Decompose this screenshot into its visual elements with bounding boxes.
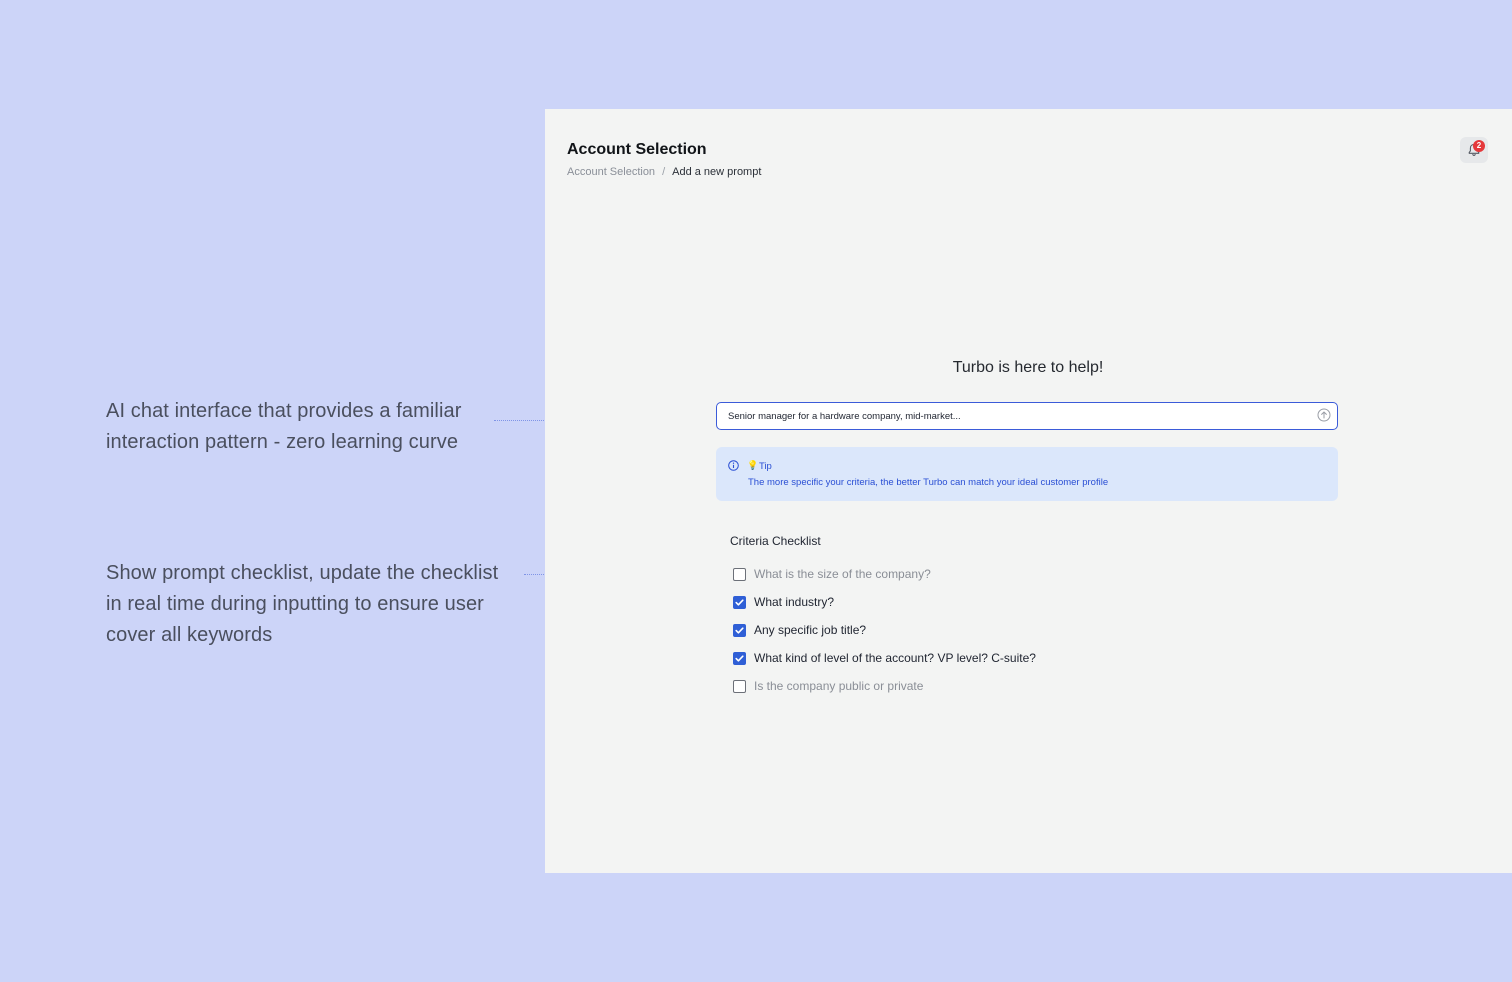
checklist-item-label: Is the company public or private xyxy=(754,679,924,693)
notifications-button[interactable]: 2 xyxy=(1460,137,1488,163)
notification-count-badge: 2 xyxy=(1473,140,1485,152)
annotation-line: AI chat interface that provides a famili… xyxy=(106,400,462,422)
checklist-item-label: What kind of level of the account? VP le… xyxy=(754,651,1036,665)
tip-body: The more specific your criteria, the bet… xyxy=(748,477,1109,488)
prompt-input[interactable] xyxy=(728,403,1298,429)
tip-banner: 💡 Tip The more specific your criteria, t… xyxy=(716,447,1338,501)
checklist-item-account-level[interactable]: What kind of level of the account? VP le… xyxy=(733,644,1036,672)
breadcrumb-separator: / xyxy=(662,166,666,178)
checkmark-icon xyxy=(735,654,744,662)
criteria-checklist: What is the size of the company? What in… xyxy=(733,560,1036,700)
send-arrow-icon[interactable] xyxy=(1317,408,1331,422)
breadcrumb-parent-link[interactable]: Account Selection xyxy=(567,166,655,178)
checkbox-checked[interactable] xyxy=(733,623,746,637)
checklist-item-label: Any specific job title? xyxy=(754,623,867,637)
checklist-item-company-size[interactable]: What is the size of the company? xyxy=(733,560,1036,588)
checkbox-unchecked[interactable] xyxy=(733,679,746,693)
checkmark-icon xyxy=(735,598,744,606)
page-title: Account Selection xyxy=(567,141,707,158)
app-window: Account Selection Account Selection / Ad… xyxy=(545,109,1512,873)
checkbox-checked[interactable] xyxy=(733,595,746,609)
checkbox-unchecked[interactable] xyxy=(733,567,746,581)
breadcrumb-current: Add a new prompt xyxy=(672,166,762,178)
checklist-item-public-private[interactable]: Is the company public or private xyxy=(733,672,1036,700)
info-icon xyxy=(728,460,739,471)
annotation-line: interaction pattern - zero learning curv… xyxy=(106,431,459,453)
annotation-chat-interface: AI chat interface that provides a famili… xyxy=(106,396,506,458)
tip-title: Tip xyxy=(759,461,772,472)
checklist-item-label: What industry? xyxy=(754,595,835,609)
prompt-input-box[interactable] xyxy=(716,402,1338,430)
checklist-item-label: What is the size of the company? xyxy=(754,567,931,581)
lightbulb-icon: 💡 xyxy=(747,460,759,470)
checkbox-checked[interactable] xyxy=(733,651,746,665)
annotation-prompt-checklist: Show prompt checklist, update the checkl… xyxy=(106,558,536,651)
annotation-line: in real time during inputting to ensure … xyxy=(106,593,484,615)
annotation-line: Show prompt checklist, update the checkl… xyxy=(106,562,499,584)
assistant-greeting: Turbo is here to help! xyxy=(952,359,1104,376)
checklist-item-job-title[interactable]: Any specific job title? xyxy=(733,616,1036,644)
checklist-item-industry[interactable]: What industry? xyxy=(733,588,1036,616)
annotation-line: cover all keywords xyxy=(106,624,273,646)
breadcrumb: Account Selection / Add a new prompt xyxy=(567,166,761,178)
checkmark-icon xyxy=(735,626,744,634)
checklist-title: Criteria Checklist xyxy=(730,534,821,548)
